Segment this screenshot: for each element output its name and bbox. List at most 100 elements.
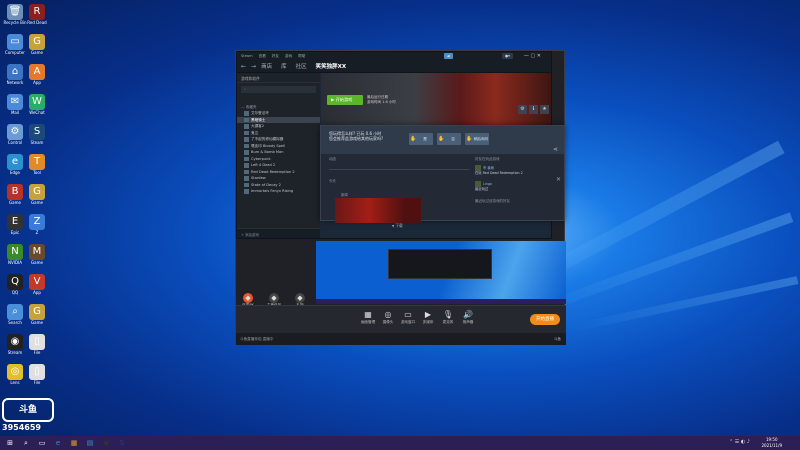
friends-title: 好友在玩此游戏 <box>475 157 500 161</box>
system-tray[interactable]: ⌃ ☰ ◐ ♪ <box>729 439 750 445</box>
menu-item[interactable]: 好友 <box>272 54 279 58</box>
app-icon: G <box>29 34 45 50</box>
activity-section: 动态 今天 新闻 好友在玩此游戏 冬·暴雨 在玩 Red Dead Redemp… <box>321 154 566 223</box>
desktop-icon[interactable]: W WeChat <box>24 94 50 115</box>
stream-tool[interactable]: ▭ 游戏窗口 <box>398 310 418 325</box>
friends-section: 好友在玩此游戏 冬·暴雨 在玩 Red Dead Redemption 2 Li… <box>471 154 563 222</box>
close-icon[interactable]: ✕ <box>556 176 561 183</box>
stream-toolbar: 开始直播 ▦ 画面管理 ◎ 摄像头 ▭ 游戏窗口 ▶ 多媒体 🎙 麦克风 🔊 扬声器 <box>236 305 566 333</box>
game-title: 嗜血印 Bloody Spell <box>251 143 286 148</box>
tool-label: 画面管理 <box>360 320 376 324</box>
activity-divider <box>329 169 469 170</box>
app-icon: e <box>7 154 23 170</box>
menu-item[interactable]: 帮助 <box>298 54 305 58</box>
game-thumbnail <box>244 111 249 116</box>
library-filter-header[interactable]: 游戏和软件 <box>237 73 320 83</box>
desktop-icon-label: File <box>33 350 41 355</box>
app-icon: B <box>7 184 23 200</box>
feature-icon: ◆ <box>295 293 305 303</box>
desktop-icon-label: Tool <box>33 170 41 175</box>
app-icon: ▯ <box>29 364 45 380</box>
info-icon[interactable]: ℹ <box>529 105 538 114</box>
friend-entry[interactable]: Lingo 最近玩过 <box>475 181 492 191</box>
desktop-icon[interactable]: R Red Dead <box>24 4 50 25</box>
window-controls[interactable]: — ▢ ✕ <box>524 52 541 60</box>
desktop-icon-label: App <box>33 290 41 295</box>
downloads-footer[interactable]: 下载 <box>392 223 403 229</box>
nav-library[interactable]: 库 <box>281 62 287 70</box>
desktop-icon[interactable]: A App <box>24 64 50 85</box>
stream-tool[interactable]: 🔊 扬声器 <box>458 310 478 325</box>
desktop-icon[interactable]: S Steam <box>24 124 50 145</box>
steam-menubar: Steam 查看 好友 游戏 帮助 ▰ ●▾ — ▢ ✕ <box>237 52 551 60</box>
review-no-button[interactable]: 否 <box>437 133 461 145</box>
back-arrow-icon[interactable]: ← <box>241 63 246 70</box>
desktop-icons: 🗑 Recycle Bin R Red Dead ▭ Computer G Game ⌂ Netw… <box>0 0 60 430</box>
taskbar-app-icon[interactable]: ▭ <box>37 438 47 448</box>
library-search-input[interactable]: ⌕ <box>241 86 316 93</box>
review-question-line2: 您会推荐此游戏给其他玩家吗? <box>329 136 384 141</box>
news-image[interactable] <box>335 198 421 223</box>
taskbar-app-icon[interactable]: S <box>117 438 127 448</box>
star-icon[interactable]: ★ <box>540 105 549 114</box>
play-button[interactable]: ▶ 开始游戏 <box>327 95 363 105</box>
game-title: 了不起的修仙模拟器 <box>251 137 284 141</box>
taskbar-app-icon[interactable]: ⌕ <box>21 438 31 448</box>
desktop-icon[interactable]: M Game <box>24 244 50 265</box>
desktop-icon[interactable]: V App <box>24 274 50 295</box>
menu-item[interactable]: 查看 <box>259 54 266 58</box>
menu-item[interactable]: 游戏 <box>285 54 292 58</box>
steam-user-menu[interactable]: ●▾ <box>502 53 513 59</box>
stream-footer-logo: 斗鱼 <box>553 337 561 341</box>
douyu-logo: 斗鱼 <box>2 398 54 422</box>
review-question: 您玩得怎么样? 已玩 0.6 小时 您会推荐此游戏给其他玩家吗? <box>329 131 383 141</box>
app-icon: ⌂ <box>7 64 23 80</box>
taskbar-clock[interactable]: 19:50 2021/11/9 <box>761 437 782 449</box>
desktop-icon-label: Game <box>31 200 43 205</box>
nav-store[interactable]: 商店 <box>261 62 272 70</box>
gear-icon[interactable]: ⚙ <box>518 105 527 114</box>
desktop-icon[interactable]: ▯ File <box>24 364 50 385</box>
feature-icon: ◆ <box>243 293 253 303</box>
stream-tool[interactable]: ▶ 多媒体 <box>418 310 438 325</box>
desktop-icon[interactable]: G Game <box>24 34 50 55</box>
nav-community[interactable]: 社区 <box>296 62 307 70</box>
share-icon[interactable]: ⋖ <box>553 146 558 153</box>
stream-tool[interactable]: 🎙 麦克风 <box>438 310 458 325</box>
taskbar-app-icon[interactable]: ◉ <box>101 438 111 448</box>
desktop-icon[interactable]: G Game <box>24 304 50 325</box>
menu-item[interactable]: Steam <box>241 54 253 58</box>
review-yes-button[interactable]: 是 <box>409 133 433 145</box>
app-icon: ◎ <box>7 364 23 380</box>
desktop-icon[interactable]: T Tool <box>24 154 50 175</box>
game-thumbnail <box>244 163 249 168</box>
preview-taskbar <box>316 299 566 304</box>
game-title: Bum & Bomb Man <box>251 150 284 154</box>
desktop-icon[interactable]: G Game <box>24 184 50 205</box>
game-thumbnail <box>244 169 249 174</box>
taskbar-app-icon[interactable]: ▦ <box>69 438 79 448</box>
game-thumbnail <box>244 124 249 129</box>
app-icon: M <box>29 244 45 260</box>
desktop-icon[interactable]: ZZ <box>24 214 50 235</box>
stream-tool[interactable]: ▦ 画面管理 <box>358 310 378 325</box>
taskbar: ⊞ ⌕ ▭ e ▦ ▤ ◉ S ⌃ ☰ ◐ ♪ 19:50 2021/11/9 <box>0 436 800 450</box>
desktop-icon-label: Game <box>31 50 43 55</box>
app-icon: A <box>29 64 45 80</box>
forward-arrow-icon[interactable]: → <box>251 63 256 70</box>
douyu-watermark: 斗鱼 3954659 <box>2 398 58 438</box>
nav-user[interactable]: 笑笑独胖XX <box>316 62 346 70</box>
desktop-icon-label: Z <box>35 230 39 235</box>
friend-entry[interactable]: 冬·暴雨 在玩 Red Dead Redemption 2 <box>475 165 523 175</box>
start-live-button[interactable]: 开始直播 <box>530 314 560 325</box>
taskbar-app-icon[interactable]: ⊞ <box>5 438 15 448</box>
review-later-button[interactable]: 稍后询问 <box>465 133 489 145</box>
desktop-icon[interactable]: ▯ File <box>24 334 50 355</box>
stream-tool[interactable]: ◎ 摄像头 <box>378 310 398 325</box>
steam-news-button[interactable]: ▰ <box>444 53 453 59</box>
add-game-button[interactable]: + 添加游戏 <box>237 228 320 238</box>
game-list-item[interactable]: Immortals Fenyx Rising <box>237 188 320 195</box>
taskbar-app-icon[interactable]: e <box>53 438 63 448</box>
taskbar-app-icon[interactable]: ▤ <box>85 438 95 448</box>
friend-detail: 最近玩过 <box>475 187 489 191</box>
